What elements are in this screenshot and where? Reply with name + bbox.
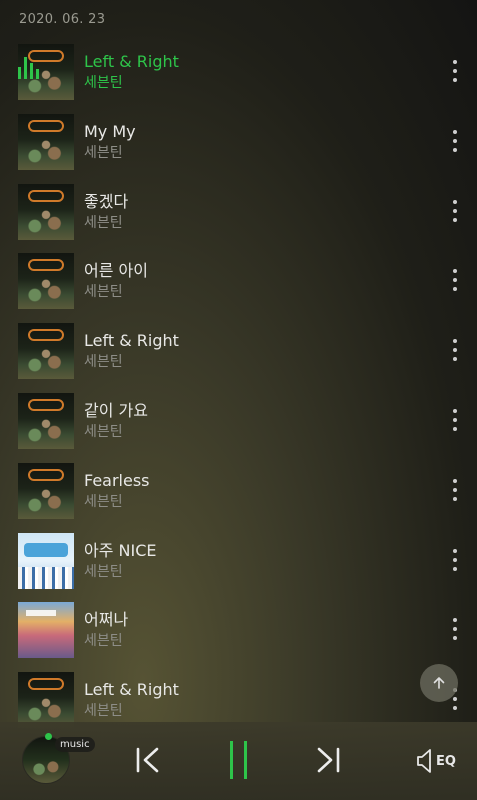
album-cover — [18, 532, 74, 589]
skip-previous-icon — [136, 747, 159, 773]
equalizer-bars-icon — [18, 57, 40, 79]
track-list: Left & Right 세븐틴 My My 세븐틴 좋겠다 세븐틴 어른 아이… — [0, 40, 477, 738]
album-cover — [18, 113, 74, 170]
next-button[interactable] — [312, 742, 346, 778]
more-vertical-icon[interactable] — [448, 60, 462, 82]
album-cover — [18, 253, 74, 310]
track-row-5[interactable]: Left & Right 세븐틴 — [0, 319, 477, 389]
track-title: Left & Right — [84, 680, 179, 700]
track-artist: 세븐틴 — [84, 423, 123, 440]
album-cover — [18, 672, 74, 729]
more-vertical-icon[interactable] — [448, 618, 462, 641]
track-row-6[interactable]: 같이 가요 세븐틴 — [0, 389, 477, 459]
eq-label: EQ — [436, 753, 456, 769]
previous-button[interactable] — [130, 742, 164, 778]
track-artist: 세븐틴 — [84, 354, 123, 371]
playlist-date: 2020. 06. 23 — [19, 12, 106, 27]
track-title: 아주 NICE — [84, 540, 157, 560]
eq-button[interactable]: EQ — [416, 748, 456, 774]
playing-indicator-dot — [45, 733, 52, 740]
track-artist: 세븐틴 — [84, 214, 123, 231]
track-artist: 세븐틴 — [84, 493, 123, 510]
track-row-9[interactable]: 어쩌나 세븐틴 — [0, 598, 477, 668]
track-title: 어쩌나 — [84, 610, 129, 630]
track-artist: 세븐틴 — [84, 633, 123, 650]
album-cover — [18, 323, 74, 380]
more-vertical-icon[interactable] — [448, 339, 462, 362]
pause-icon — [230, 741, 247, 779]
album-cover — [18, 392, 74, 449]
pause-button[interactable] — [222, 741, 256, 779]
track-artist: 세븐틴 — [84, 284, 123, 301]
track-row-4[interactable]: 어른 아이 세븐틴 — [0, 249, 477, 319]
track-row-3[interactable]: 좋겠다 세븐틴 — [0, 180, 477, 250]
track-title: 같이 가요 — [84, 400, 148, 420]
track-title: 좋겠다 — [84, 191, 129, 211]
track-title: 어른 아이 — [84, 261, 148, 281]
more-vertical-icon[interactable] — [448, 548, 462, 571]
more-vertical-icon[interactable] — [448, 478, 462, 501]
album-cover — [18, 462, 74, 519]
track-row-7[interactable]: Fearless 세븐틴 — [0, 459, 477, 529]
more-vertical-icon[interactable] — [448, 408, 462, 431]
track-artist: 세븐틴 — [84, 703, 123, 720]
track-row-8[interactable]: 아주 NICE 세븐틴 — [0, 529, 477, 599]
track-row-1[interactable]: Left & Right 세븐틴 — [0, 40, 477, 110]
track-title: Left & Right — [84, 331, 179, 351]
track-title: Fearless — [84, 470, 150, 490]
more-vertical-icon[interactable] — [448, 129, 462, 152]
track-artist: 세븐틴 — [84, 563, 123, 580]
track-artist: 세븐틴 — [84, 144, 123, 161]
arrow-up-icon — [433, 677, 445, 689]
more-vertical-icon[interactable] — [448, 269, 462, 292]
album-cover — [18, 183, 74, 240]
album-cover — [18, 602, 74, 659]
track-title: Left & Right — [84, 52, 179, 71]
track-row-2[interactable]: My My 세븐틴 — [0, 110, 477, 180]
speaker-eq-icon — [417, 749, 431, 773]
skip-next-icon — [317, 747, 340, 773]
more-vertical-icon[interactable] — [448, 199, 462, 222]
track-artist: 세븐틴 — [84, 75, 123, 91]
scroll-to-top-button[interactable] — [420, 664, 458, 702]
track-title: My My — [84, 121, 136, 141]
music-badge: music — [55, 737, 95, 752]
